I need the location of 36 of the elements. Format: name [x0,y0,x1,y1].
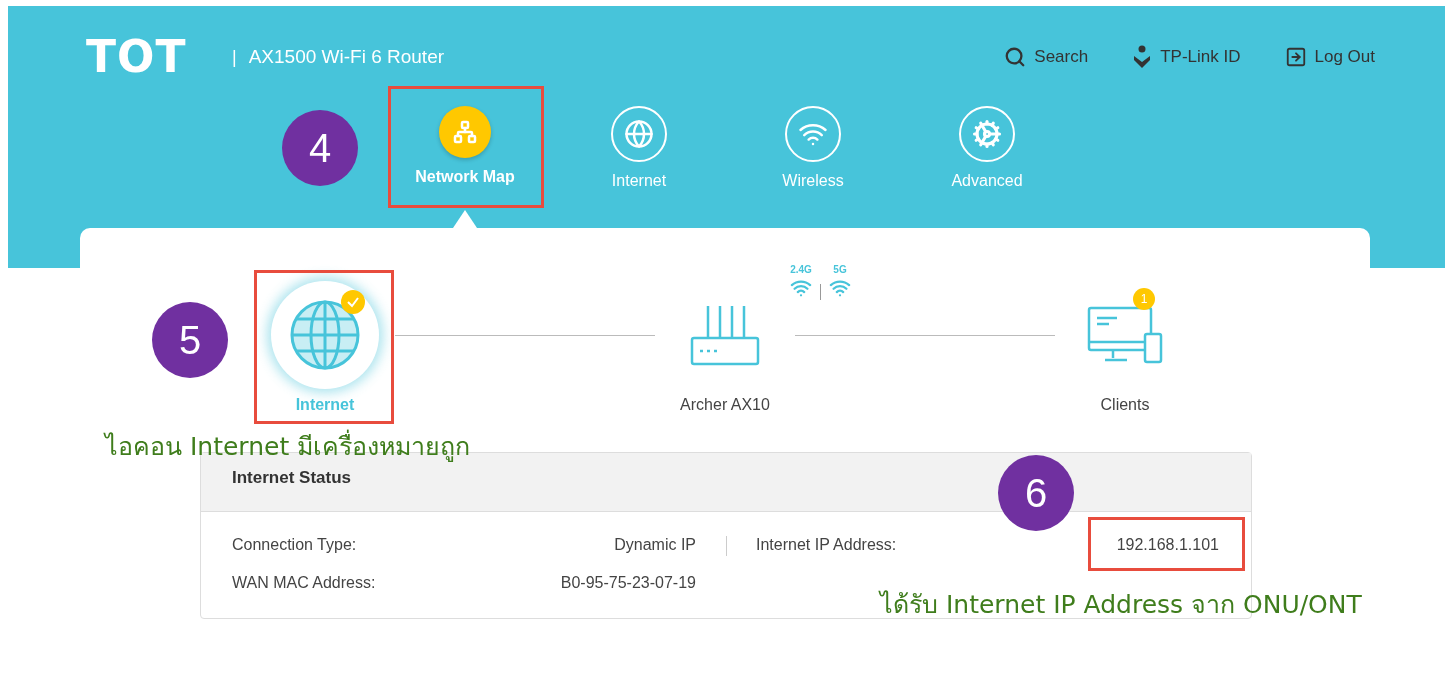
field-label: Internet IP Address: [756,536,897,554]
node-label: Internet [295,396,355,414]
logout-icon [1284,46,1307,68]
wifi-icon [790,277,812,299]
network-icon [453,120,477,144]
header-link[interactable]: Search [1004,45,1089,69]
field-value: 192.168.1.101 [1116,536,1219,554]
field-label: WAN MAC Address: [232,574,376,592]
logo: TOT [86,38,188,76]
computer-icon [1087,304,1163,366]
header-link[interactable]: TP-Link ID [1132,45,1241,69]
field-value: Dynamic IP [614,536,696,554]
annotation-caption: ได้รับ Internet IP Address จาก ONU/ONT [880,590,1362,620]
globe-icon [289,299,361,371]
field-value: B0-95-75-23-07-19 [560,574,696,592]
nav-tab[interactable]: Advanced [907,106,1067,190]
internet-node[interactable] [271,281,379,389]
separator: | [232,46,237,68]
band-label: 5G [833,264,847,275]
panel-title: Internet Status [232,468,352,488]
router-icon [690,304,760,366]
band-label: 2.4G [790,264,812,275]
node-label: Clients [1100,396,1150,414]
header-link[interactable]: Log Out [1284,45,1375,69]
wifi-icon [829,277,851,299]
search-icon [1004,46,1027,68]
field-label: Connection Type: [232,536,357,554]
gear-icon [972,119,1002,149]
nav-tab[interactable]: Network Map [385,106,545,190]
person-icon [1132,45,1153,69]
product-name: AX1500 Wi-Fi 6 Router [248,46,445,68]
globe-icon [624,119,654,149]
node-label: Archer AX10 [680,396,770,414]
count-badge: 1 [1133,288,1155,310]
nav-tab[interactable]: Wireless [733,106,893,190]
nav-tab[interactable]: Internet [559,106,719,190]
